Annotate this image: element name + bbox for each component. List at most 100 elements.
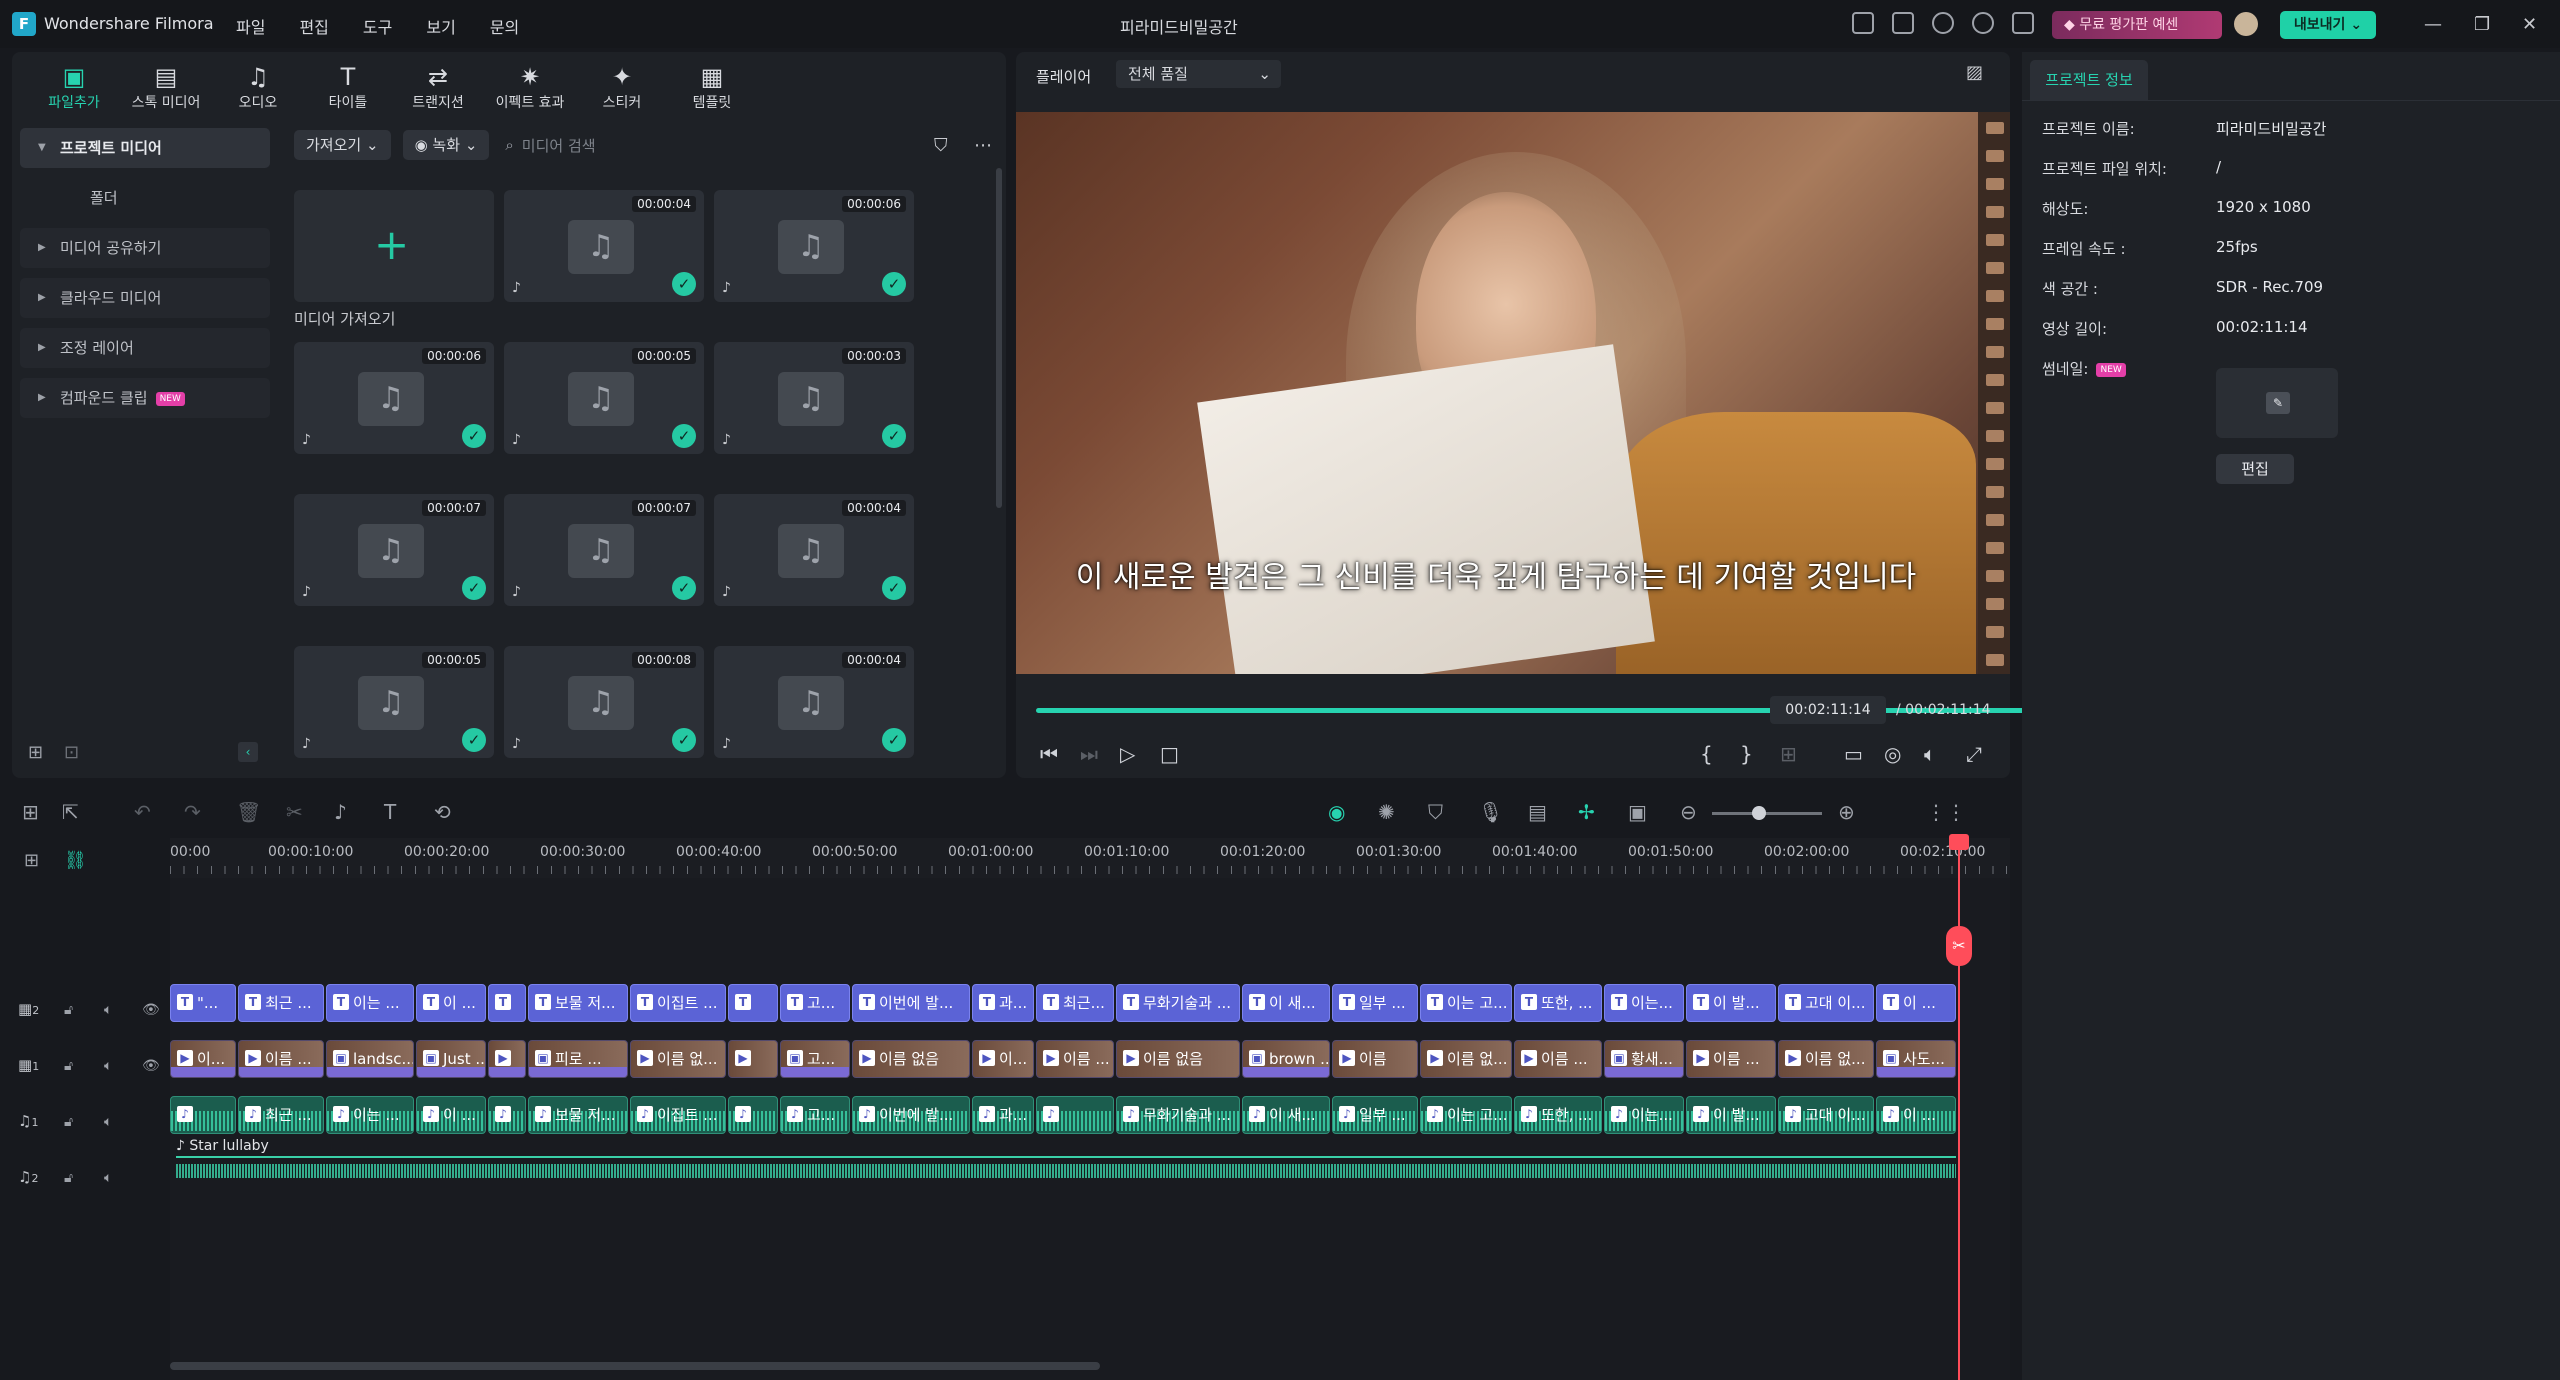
title-clip[interactable]: T 이집트 ... [630,984,726,1022]
video-clip[interactable]: ▶ 이름 없음 [852,1040,970,1078]
quality-dropdown[interactable]: 전체 품질 ⌄ [1116,60,1281,88]
zoom-in-icon[interactable]: ⊕ [1838,800,1855,824]
delete-icon[interactable]: 🗑︎ [236,800,261,824]
mute-icon[interactable]: 🔈︎ [104,1170,112,1186]
next-frame-icon[interactable]: ⏭ [1080,742,1098,766]
microphone-icon[interactable]: 🎙︎ [1478,800,1503,824]
sidebar-item-cloud-media[interactable]: ▶ 클라우드 미디어 [20,278,270,318]
tab-titles[interactable]: T 타이틀 [304,62,392,112]
new-folder-icon[interactable]: ⊞ [28,742,43,763]
media-item[interactable]: 00:00:06 ♫ ♪ ✓ [714,190,914,302]
media-item[interactable]: 00:00:05 ♫ ♪ ✓ [504,342,704,454]
title-clip[interactable]: T [488,984,526,1022]
play-icon[interactable]: ▷ [1120,742,1135,766]
minimize-icon[interactable]: — [2424,14,2442,35]
title-clip[interactable]: T 이는 고... [1420,984,1512,1022]
video-clip[interactable]: ▣ 피로 ... [528,1040,628,1078]
fullscreen-icon[interactable]: ⤢ [1966,742,1982,766]
restore-icon[interactable]: ❐ [2474,14,2490,35]
lock-icon[interactable]: 🔓︎ [64,1058,73,1074]
media-item[interactable]: 00:00:08 ♫ ♪ ✓ [504,646,704,758]
marker-icon[interactable]: ⛉ [1428,800,1443,824]
layout-grid-icon[interactable]: ⊞ [22,800,39,824]
video-clip[interactable]: ▶ 이름 ... [1514,1040,1602,1078]
lock-icon[interactable]: 🔓︎ [64,1170,73,1186]
video-clip[interactable]: ▣ 사도... [1876,1040,1956,1078]
video-clip[interactable]: ▶ 이... [170,1040,236,1078]
import-dropdown[interactable]: 가져오기 ⌄ [294,130,391,160]
cloud-icon[interactable] [1932,12,1954,34]
tab-import[interactable]: ▣ 파일추가 [30,62,118,112]
video-clip[interactable]: ▶ 이름 ... [1686,1040,1776,1078]
menu-help[interactable]: 문의 [490,14,519,38]
snap-icon[interactable]: ✢ [1578,800,1595,824]
tab-transitions[interactable]: ⇄ 트랜지션 [394,62,482,112]
speed-icon[interactable]: ⟲ [434,800,451,824]
audio-clip[interactable]: ♪ 일부 ... [1332,1096,1418,1134]
tab-templates[interactable]: ▦ 템플릿 [668,62,756,112]
zoom-slider-knob[interactable] [1752,806,1766,820]
title-clip[interactable]: T 최근... [1036,984,1114,1022]
pip-icon[interactable]: ▣ [1628,800,1647,824]
sidebar-item-project-media[interactable]: ▼ 프로젝트 미디어 [20,128,270,168]
snapshot-view-icon[interactable]: ▨ [1966,62,1983,83]
mark-out-icon[interactable]: } [1740,742,1753,766]
apps-grid-icon[interactable] [2012,12,2034,34]
audio-clip[interactable]: ♪ 이 새... [1242,1096,1330,1134]
video-clip[interactable]: ▣ 고... [780,1040,850,1078]
subtitle-icon[interactable]: ▤ [1528,800,1547,824]
tab-stickers[interactable]: ✦ 스티커 [578,62,666,112]
media-item[interactable]: 00:00:06 ♫ ♪ ✓ [294,342,494,454]
video-preview[interactable]: 이 새로운 발견은 그 신비를 더욱 깊게 탐구하는 데 기여할 것입니다 [1016,112,2010,674]
thumbnail-box[interactable]: ✎ [2216,368,2338,438]
more-options-icon[interactable]: ⋯ [974,135,992,156]
video-clip[interactable]: ▶ 이름 없음 [1116,1040,1240,1078]
sidebar-item-folder[interactable]: 폴더 [20,178,270,218]
insert-icon[interactable]: ⊞ [1780,742,1797,766]
title-clip[interactable]: T이 ... [1876,984,1956,1022]
title-clip[interactable]: T 이는... [1604,984,1684,1022]
zoom-out-icon[interactable]: ⊖ [1680,800,1697,824]
support-icon[interactable] [1972,12,1994,34]
ai-icon[interactable]: ◉ [1328,800,1345,824]
audio-clip[interactable]: ♪ 이 ... [1876,1096,1956,1134]
audio-clip[interactable]: ♪ 고대 이... [1778,1096,1874,1134]
zoom-slider[interactable] [1712,806,1822,820]
redo-icon[interactable]: ↷ [184,800,201,824]
camera-icon[interactable]: ◎ [1884,742,1901,766]
playhead-handle[interactable] [1949,834,1969,850]
video-clip[interactable]: ▣ brown ... [1242,1040,1330,1078]
audio-clip[interactable]: ♪ 보물 저... [528,1096,628,1134]
sidebar-item-compound-clip[interactable]: ▶ 컴파운드 클립 NEW [20,378,270,418]
eye-icon[interactable]: 👁︎ [142,1058,160,1074]
audio-clip[interactable]: ♪ [488,1096,526,1134]
media-search-input[interactable]: 미디어 검색 [522,135,596,156]
audio-clip[interactable]: ♪ 과... [972,1096,1034,1134]
close-icon[interactable]: ✕ [2522,14,2537,35]
tab-audio[interactable]: ♫ 오디오 [214,62,302,112]
audio-edit-icon[interactable]: ♪ [334,800,347,824]
audio-clip[interactable]: ♪ 이는 ... [326,1096,414,1134]
title-clip[interactable]: T이 새... [1242,984,1330,1022]
link-icon[interactable]: ⛓︎ [64,850,87,871]
title-clip[interactable]: T 이는 ... [326,984,414,1022]
audio-clip[interactable]: ♪ 최근 ... [238,1096,324,1134]
playhead[interactable]: ✂ [1946,834,1972,1380]
timeline-tracks[interactable]: T "... T 최근 ... T 이는 ... T이 ... T T 보물 저... … [170,878,2010,1380]
eye-icon[interactable]: 👁︎ [142,1002,160,1018]
lock-icon[interactable]: 🔓︎ [64,1002,73,1018]
menu-edit[interactable]: 편집 [299,14,328,38]
tab-effects[interactable]: ✷ 이펙트 효과 [486,62,574,112]
split-scissors-icon[interactable]: ✂ [1946,926,1972,966]
media-scrollbar[interactable] [996,168,1002,508]
video-clip[interactable]: ▶ 이름 ... [238,1040,324,1078]
render-icon[interactable]: ✺ [1378,800,1395,824]
title-clip[interactable]: T 최근 ... [238,984,324,1022]
video-clip[interactable]: ▣ Just ... [416,1040,486,1078]
media-item[interactable]: 00:00:04 ♫ ♪ ✓ [714,494,914,606]
sidebar-item-adjustment-layer[interactable]: ▶ 조정 레이어 [20,328,270,368]
title-clip[interactable]: T 일부 ... [1332,984,1418,1022]
video-clip[interactable]: ▣ landsc... [326,1040,414,1078]
timeline-ruler[interactable]: 00:00 00:00:10:00 00:00:20:00 00:00:30:0… [170,838,2010,878]
stop-icon[interactable]: □ [1160,742,1179,766]
